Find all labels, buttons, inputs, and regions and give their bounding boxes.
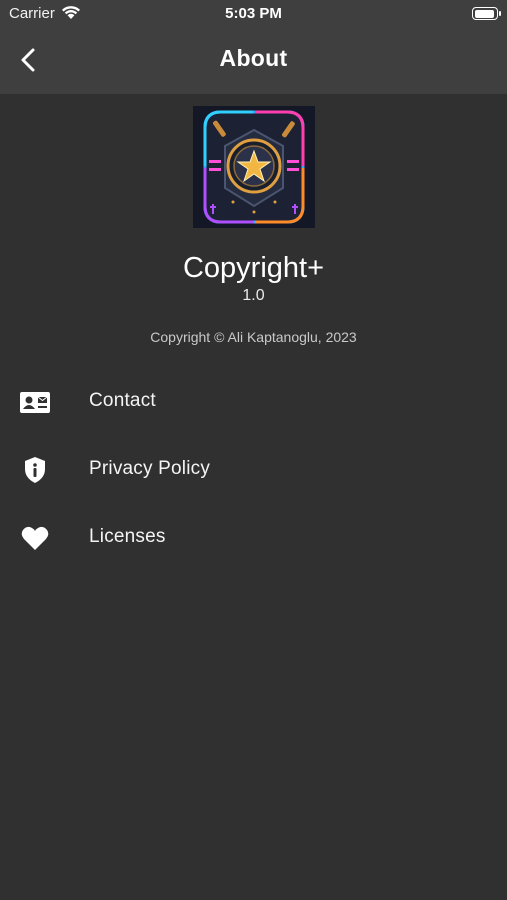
heart-icon bbox=[21, 526, 49, 550]
clock: 5:03 PM bbox=[225, 5, 282, 22]
copyright-notice: Copyright © Ali Kaptanoglu, 2023 bbox=[150, 329, 357, 345]
app-logo bbox=[193, 106, 315, 228]
privacy-policy-item[interactable]: Privacy Policy bbox=[0, 440, 507, 500]
app-version: 1.0 bbox=[242, 287, 265, 304]
contact-card-icon bbox=[20, 392, 50, 413]
licenses-item[interactable]: Licenses bbox=[0, 508, 507, 568]
top-app-bar: Carrier 5:03 PM About bbox=[0, 0, 507, 94]
navigation-bar: About bbox=[0, 28, 507, 94]
contact-label: Contact bbox=[89, 390, 156, 411]
status-bar: Carrier 5:03 PM bbox=[0, 0, 507, 28]
app-name: Copyright+ bbox=[182, 252, 325, 284]
contact-item[interactable]: Contact bbox=[0, 372, 507, 432]
licenses-label: Licenses bbox=[89, 526, 166, 547]
privacy-policy-label: Privacy Policy bbox=[89, 458, 211, 479]
shield-info-icon bbox=[25, 457, 45, 483]
battery-icon bbox=[472, 7, 501, 20]
page-title: About bbox=[219, 45, 288, 71]
